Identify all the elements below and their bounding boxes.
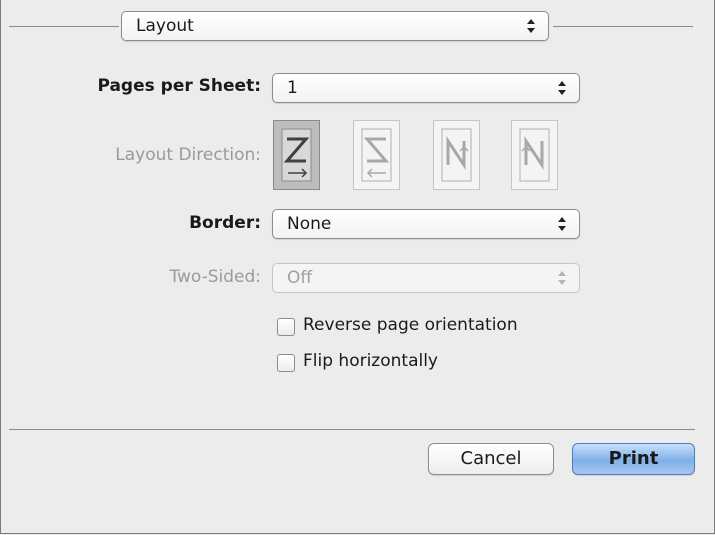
- border-value: None: [287, 214, 332, 234]
- popup-arrows-icon: [558, 270, 566, 286]
- reverse-page-orientation-label: Reverse page orientation: [303, 315, 518, 335]
- border-popup[interactable]: None: [272, 209, 580, 239]
- pages-per-sheet-label: Pages per Sheet:: [97, 76, 261, 96]
- section-popup[interactable]: Layout: [121, 11, 549, 41]
- pages-per-sheet-popup[interactable]: 1: [272, 73, 580, 103]
- section-popup-value: Layout: [136, 16, 194, 36]
- top-divider-left: [9, 26, 119, 27]
- pages-per-sheet-value: 1: [287, 78, 298, 98]
- popup-arrows-icon: [558, 216, 566, 232]
- layout-direction-z-button[interactable]: [273, 120, 320, 190]
- popup-arrows-icon: [558, 80, 566, 96]
- border-label: Border:: [189, 213, 261, 233]
- top-divider-right: [553, 26, 693, 27]
- layout-direction-reverse-n-button[interactable]: [511, 120, 558, 190]
- popup-arrows-icon: [527, 18, 535, 34]
- layout-direction-reverse-z-button[interactable]: [353, 120, 400, 190]
- cancel-button[interactable]: Cancel: [428, 443, 554, 475]
- layout-direction-label: Layout Direction:: [115, 145, 261, 165]
- z-direction-icon: [281, 128, 312, 182]
- n-direction-icon: [441, 128, 472, 182]
- reverse-n-direction-icon: [519, 128, 550, 182]
- print-dialog: Layout Pages per Sheet: 1 Layout Directi…: [0, 0, 715, 534]
- two-sided-value: Off: [287, 268, 313, 288]
- flip-horizontally-checkbox[interactable]: [277, 354, 295, 372]
- print-button[interactable]: Print: [572, 443, 695, 475]
- reverse-page-orientation-checkbox[interactable]: [277, 318, 295, 336]
- two-sided-label: Two-Sided:: [169, 267, 261, 287]
- two-sided-popup[interactable]: Off: [272, 263, 580, 293]
- reverse-z-direction-icon: [361, 128, 392, 182]
- bottom-divider: [9, 429, 695, 430]
- layout-direction-n-button[interactable]: [433, 120, 480, 190]
- flip-horizontally-label: Flip horizontally: [303, 351, 438, 371]
